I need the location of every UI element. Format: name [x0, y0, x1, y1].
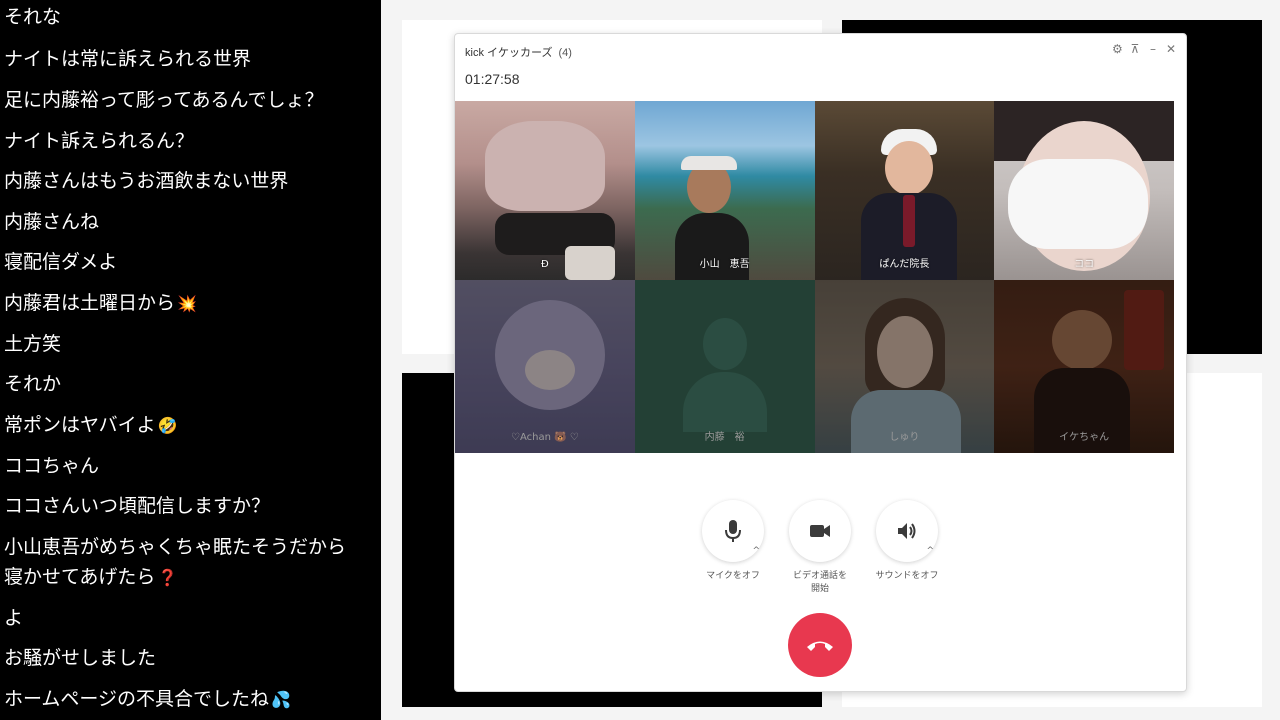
chat-message: 寝かせてあげたら ❓: [4, 566, 178, 588]
participant-grid: Ð 小山 恵吾 ぱんだ院長 ココ ♡Achan 🐻 ♡ 内藤 裕 しゅり イケち…: [455, 101, 1174, 453]
window-controls: ⚙ ⊼ – ✕: [1112, 42, 1176, 56]
call-timer: 01:27:58: [465, 71, 520, 87]
chat-message: 内藤さんね: [4, 211, 100, 233]
call-title: kick イケッカーズ (4): [465, 47, 572, 59]
participant-tile[interactable]: 内藤 裕: [634, 280, 815, 453]
end-call-button[interactable]: [788, 613, 852, 677]
participant-name: ♡Achan 🐻 ♡: [511, 432, 579, 443]
participant-tile[interactable]: しゅり: [814, 280, 995, 453]
mic-control: ^ マイクをオフ: [701, 500, 765, 583]
chat-panel: それな ナイトは常に訴えられる世界 足に内藤裕って彫ってあるんでしょ？ ナイト訴…: [0, 0, 381, 720]
mic-label: マイクをオフ: [706, 571, 760, 581]
chevron-up-icon[interactable]: ^: [752, 546, 760, 556]
participant-name: ココ: [1074, 259, 1095, 270]
chevron-up-icon[interactable]: ^: [926, 546, 934, 556]
chat-message: 足に内藤裕って彫ってあるんでしょ？: [4, 89, 324, 111]
chat-message: ホームページの不具合でしたね 💦: [4, 688, 291, 710]
video-control: ビデオ通話を 開始: [788, 500, 852, 596]
chat-message: それな: [4, 6, 62, 28]
participant-tile[interactable]: ぱんだ院長: [814, 101, 995, 280]
participant-tile[interactable]: ♡Achan 🐻 ♡: [455, 280, 635, 453]
minimize-icon[interactable]: –: [1148, 42, 1158, 56]
chat-message: 内藤さんはもうお酒飲まない世界: [4, 170, 289, 192]
mic-button[interactable]: ^: [702, 500, 764, 562]
sound-control: ^ サウンドをオフ: [875, 500, 939, 583]
laughing-emoji: 🤣: [157, 416, 178, 435]
video-button[interactable]: [789, 500, 851, 562]
participant-name: しゅり: [889, 432, 920, 443]
member-count: (4): [558, 47, 572, 59]
group-call-window[interactable]: kick イケッカーズ (4) ⚙ ⊼ – ✕ 01:27:58 Ð 小山 恵吾 …: [454, 33, 1187, 692]
chat-message: ナイト訴えられるん？: [4, 130, 195, 152]
question-emoji: ❓: [157, 568, 178, 587]
speaker-icon: [898, 523, 916, 539]
chat-message: ココさんいつ頃配信しますか？: [4, 495, 271, 517]
chat-message: よ: [4, 607, 24, 629]
chat-message: 寝配信ダメよ: [4, 251, 118, 273]
video-label: ビデオ通話を 開始: [792, 571, 847, 594]
explosion-emoji: 💥: [177, 294, 197, 313]
participant-name: ぱんだ院長: [879, 259, 930, 270]
participant-name: 内藤 裕: [704, 432, 745, 443]
participant-tile[interactable]: ココ: [994, 101, 1174, 280]
chat-message: 小山恵吾がめちゃくちゃ眠たそうだから: [4, 536, 347, 558]
hang-up-icon: [807, 641, 833, 651]
chat-message: お騒がせしました: [4, 647, 157, 669]
sound-button[interactable]: ^: [876, 500, 938, 562]
close-icon[interactable]: ✕: [1166, 42, 1176, 56]
chat-message: 常ポンはヤバイよ 🤣: [4, 414, 178, 436]
participant-name: イケちゃん: [1059, 432, 1110, 443]
video-camera-icon: [810, 525, 830, 537]
chat-message: ココちゃん: [4, 455, 100, 477]
participant-tile[interactable]: Ð: [455, 101, 635, 280]
sweat-emoji: 💦: [271, 690, 291, 709]
chat-message: 内藤君は土曜日から 💥: [4, 292, 197, 314]
chat-message: ナイトは常に訴えられる世界: [4, 48, 252, 70]
pin-icon[interactable]: ⊼: [1130, 42, 1140, 56]
chat-message: それか: [4, 373, 62, 395]
sound-label: サウンドをオフ: [875, 571, 939, 581]
gear-icon[interactable]: ⚙: [1112, 42, 1123, 56]
participant-name: Ð: [541, 259, 549, 270]
participant-tile[interactable]: イケちゃん: [994, 280, 1174, 453]
participant-tile[interactable]: 小山 恵吾: [634, 101, 815, 280]
participant-name: 小山 恵吾: [699, 259, 750, 270]
chat-message: 土方笑: [4, 333, 62, 355]
microphone-icon: [725, 520, 741, 542]
